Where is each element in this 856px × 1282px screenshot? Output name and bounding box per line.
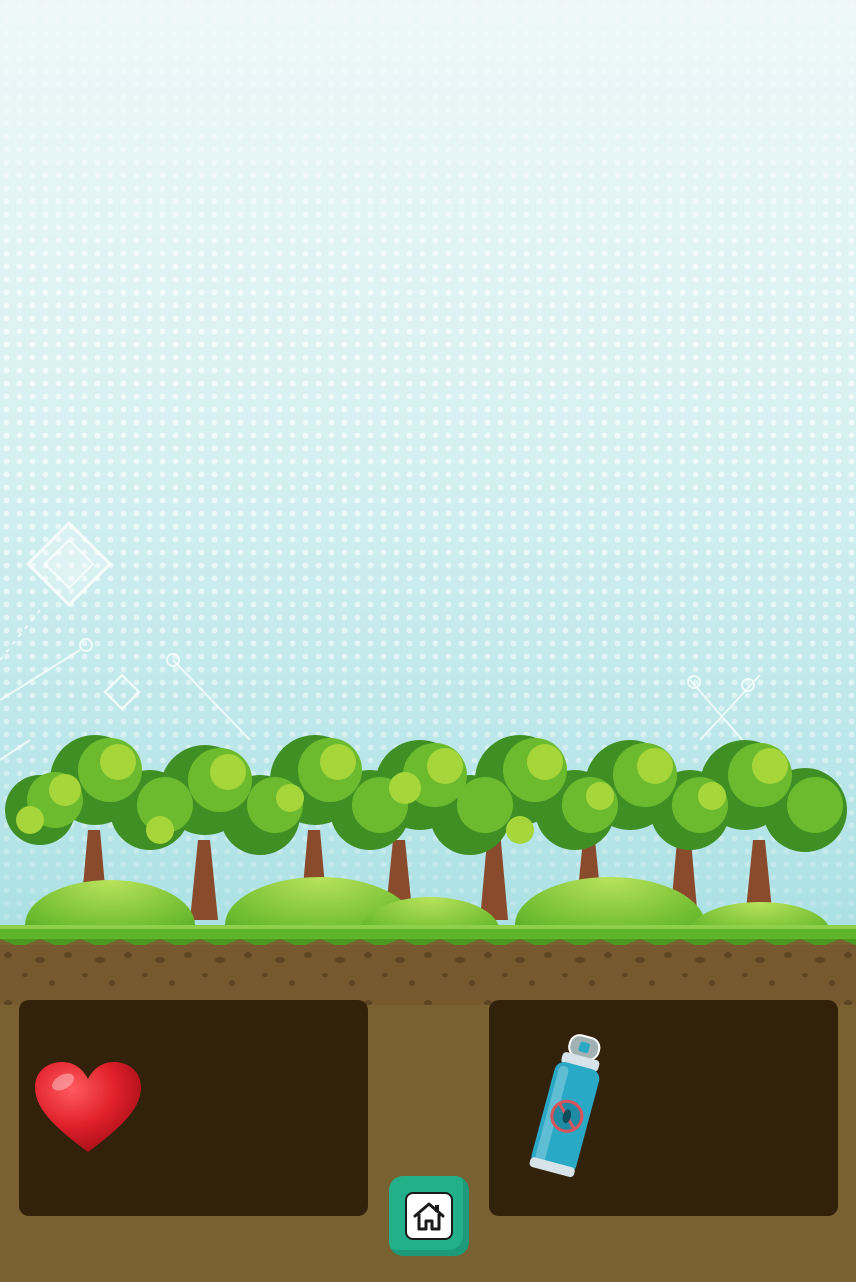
home-button-face[interactable] [405,1192,453,1240]
home-icon [413,1202,445,1231]
game-scene [0,0,856,1282]
home-button[interactable] [389,1176,469,1256]
insect-spray-can-icon[interactable] [519,1028,615,1188]
soil-texture [0,945,856,1005]
inventory-slot-right[interactable] [489,1000,838,1216]
heart-icon[interactable] [33,1060,143,1156]
tree-line [5,735,847,950]
inventory-slot-left[interactable] [19,1000,368,1216]
